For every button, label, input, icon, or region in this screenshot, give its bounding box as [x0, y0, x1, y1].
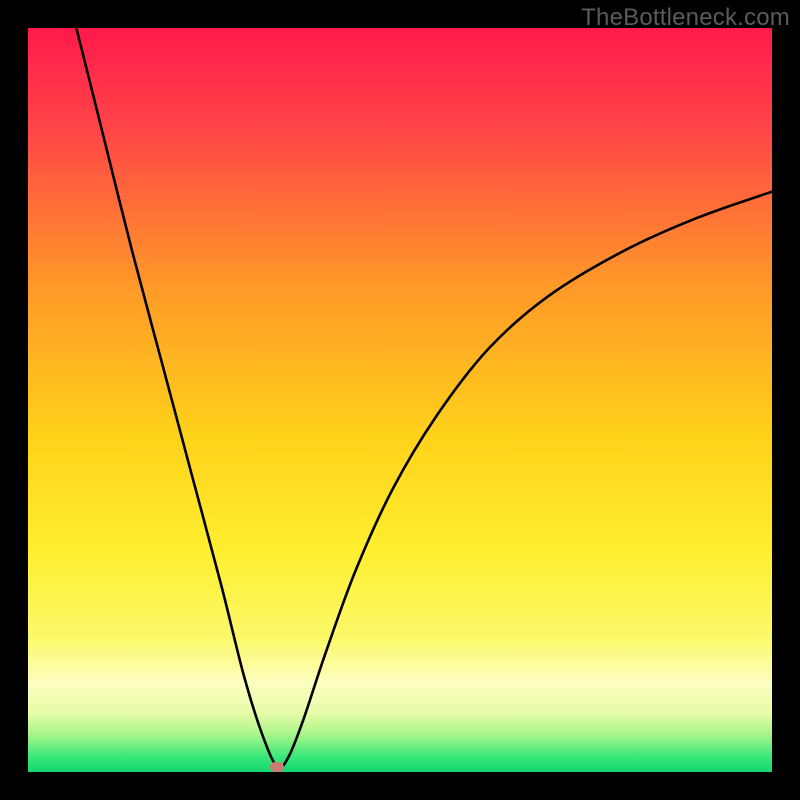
plot-area [28, 28, 772, 772]
bottleneck-curve [76, 28, 772, 768]
chart-frame: TheBottleneck.com [0, 0, 800, 800]
minimum-marker-icon [270, 762, 284, 772]
curve-layer [28, 28, 772, 772]
